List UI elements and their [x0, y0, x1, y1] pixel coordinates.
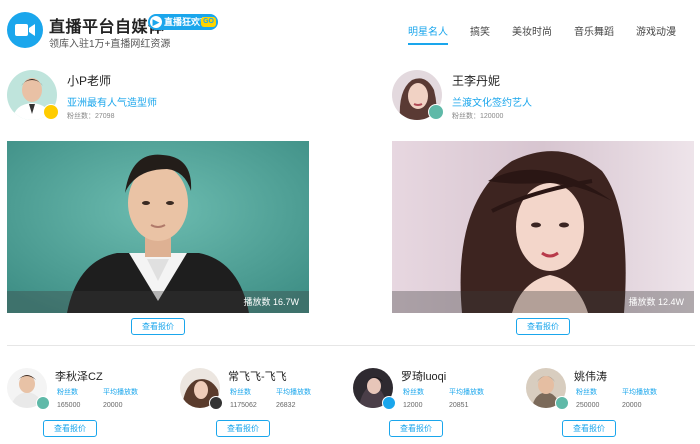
- fans-count: 粉丝数：120000: [452, 113, 504, 120]
- fans-count: 粉丝数：27098: [67, 113, 115, 120]
- view-quote-button[interactable]: 查看报价: [516, 318, 570, 335]
- view-quote-button[interactable]: 查看报价: [562, 420, 616, 437]
- influencer-card: 李秋泽CZ 粉丝数 平均播放数 165000 20000 查看报价: [7, 362, 177, 442]
- section-divider: [7, 345, 695, 346]
- tab-beauty-fashion[interactable]: 美妆时尚: [512, 26, 552, 46]
- tab-games-anime[interactable]: 游戏动漫: [636, 26, 676, 46]
- plays-label: 平均播放数: [622, 389, 657, 396]
- promo-go-label: GO: [201, 17, 216, 27]
- influencer-name[interactable]: 常飞飞-飞飞: [228, 368, 287, 384]
- plays-label: 平均播放数: [103, 389, 138, 396]
- category-nav: 明星名人 搞笑 美妆时尚 音乐舞蹈 游戏动漫: [408, 26, 698, 46]
- view-quote-button[interactable]: 查看报价: [216, 420, 270, 437]
- influencer-name[interactable]: 小P老师: [67, 72, 111, 89]
- play-count: 播放数 16.7W: [243, 297, 299, 307]
- fans-label: 粉丝数: [57, 389, 78, 396]
- verified-badge-icon: [43, 104, 59, 120]
- plays-value: 20851: [449, 402, 469, 409]
- view-quote-button[interactable]: 查看报价: [389, 420, 443, 437]
- view-quote-button[interactable]: 查看报价: [43, 420, 97, 437]
- tab-music-dance[interactable]: 音乐舞蹈: [574, 26, 614, 46]
- influencer-name[interactable]: 罗琦luoqi: [401, 368, 446, 384]
- fans-value: 12000: [403, 402, 423, 409]
- video-camera-icon[interactable]: [7, 12, 43, 48]
- verified-badge-icon: [36, 396, 50, 410]
- influencer-card: 罗琦luoqi 粉丝数 平均播放数 12000 20851 查看报价: [353, 362, 523, 442]
- play-icon: ▶: [150, 16, 162, 28]
- plays-value: 26832: [276, 402, 296, 409]
- plays-label: 平均播放数: [449, 389, 484, 396]
- page-title: 直播平台自媒体: [49, 19, 165, 36]
- influencer-card: 姚伟涛 粉丝数 平均播放数 250000 20000 查看报价: [526, 362, 696, 442]
- view-quote-button[interactable]: 查看报价: [131, 318, 185, 335]
- cover-image[interactable]: 播放数 16.7W: [7, 141, 309, 313]
- tab-comedy[interactable]: 搞笑: [470, 26, 490, 46]
- fans-label: 粉丝数: [403, 389, 424, 396]
- fans-value: 165000: [57, 402, 81, 409]
- verified-badge-icon: [428, 104, 444, 120]
- verified-badge-icon: [555, 396, 569, 410]
- promo-badge[interactable]: ▶ 直播狂欢节 GO: [148, 14, 218, 30]
- plays-label: 平均播放数: [276, 389, 311, 396]
- fans-value: 250000: [576, 402, 600, 409]
- header: 直播平台自媒体 ▶ 直播狂欢节 GO 领库入驻1万+直播网红资源 明星名人 搞笑…: [0, 0, 700, 62]
- influencer-card: 常飞飞-飞飞 粉丝数 平均播放数 1175062 26832 查看报价: [180, 362, 350, 442]
- influencer-name[interactable]: 李秋泽CZ: [55, 368, 103, 384]
- plays-value: 20000: [103, 402, 123, 409]
- play-count: 播放数 12.4W: [628, 297, 684, 307]
- influencer-tag: 兰渡文化签约艺人: [452, 98, 532, 109]
- fans-label: 粉丝数: [230, 389, 251, 396]
- tab-celebrities[interactable]: 明星名人: [408, 26, 448, 46]
- verified-badge-icon: [209, 396, 223, 410]
- fans-value: 1175062: [230, 402, 257, 409]
- verified-badge-icon: [382, 396, 396, 410]
- influencer-tag: 亚洲最有人气造型师: [67, 98, 157, 109]
- influencer-name[interactable]: 姚伟涛: [574, 368, 607, 384]
- cover-image[interactable]: 播放数 12.4W: [392, 141, 694, 313]
- fans-label: 粉丝数: [576, 389, 597, 396]
- page-subtitle: 领库入驻1万+直播网红资源: [49, 39, 171, 50]
- influencer-name[interactable]: 王李丹妮: [452, 72, 500, 89]
- plays-value: 20000: [622, 402, 642, 409]
